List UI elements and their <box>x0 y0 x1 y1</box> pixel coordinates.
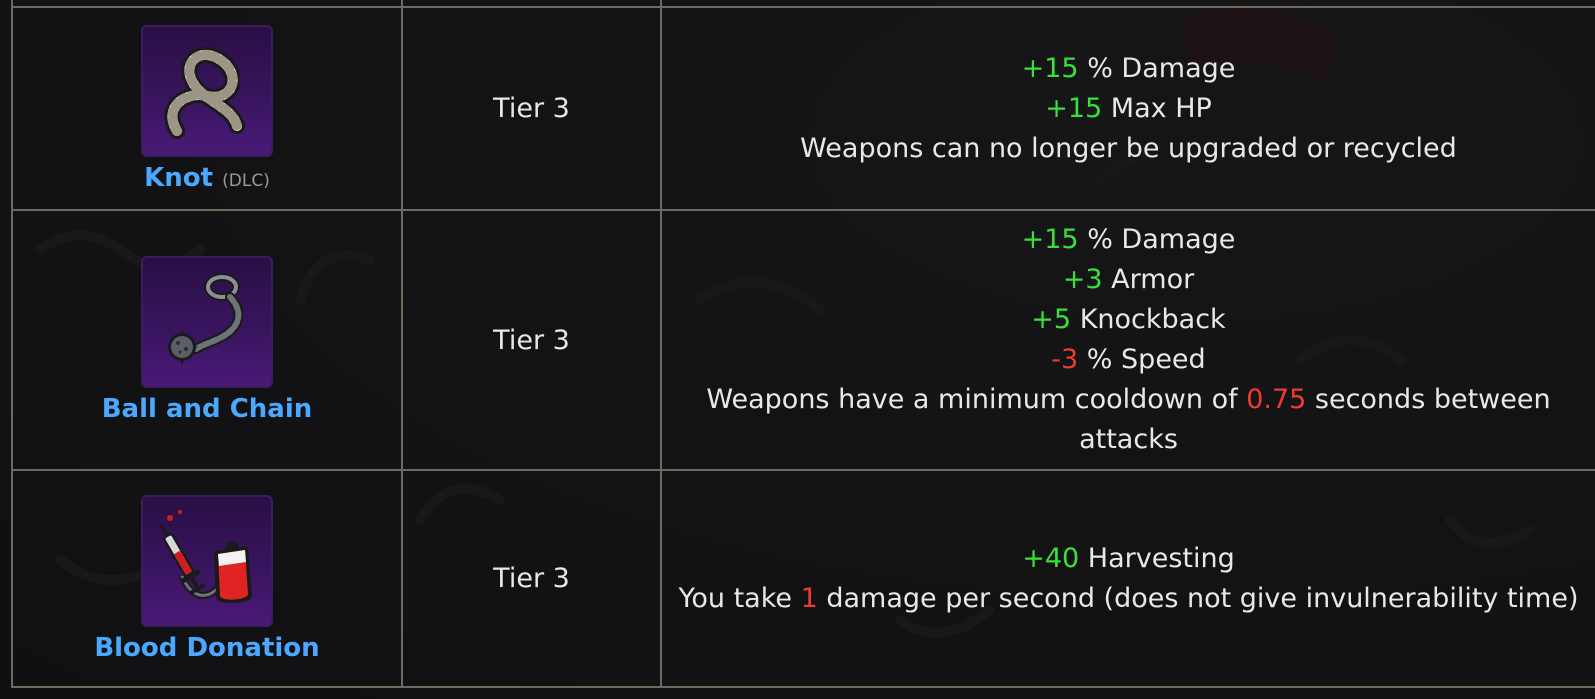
page: Knot (DLC) Tier 3 +15 % Damage +15 Max H… <box>0 0 1595 699</box>
table-top-row <box>11 0 1595 8</box>
item-cell: Blood Donation <box>11 469 403 688</box>
tier-cell: Tier 3 <box>401 209 662 471</box>
effect-line: You take 1 damage per second (does not g… <box>678 582 1579 614</box>
item-name[interactable]: Blood Donation <box>94 633 319 663</box>
ball-and-chain-icon[interactable] <box>141 256 273 388</box>
effect-line: -3 % Speed <box>1051 344 1206 375</box>
effects-cell: +40 Harvesting You take 1 damage per sec… <box>660 469 1595 688</box>
item-name[interactable]: Ball and Chain <box>102 394 313 424</box>
effect-line: +40 Harvesting <box>1022 542 1235 574</box>
item-cell: Ball and Chain <box>11 209 403 471</box>
table-row: Knot (DLC) Tier 3 +15 % Damage +15 Max H… <box>11 6 1595 211</box>
items-table: Knot (DLC) Tier 3 +15 % Damage +15 Max H… <box>11 0 1595 688</box>
effect-line: Weapons can no longer be upgraded or rec… <box>800 132 1457 164</box>
effect-line: +15 % Damage <box>1021 52 1236 84</box>
effect-line: +3 Armor <box>1062 264 1195 295</box>
knot-rope-icon[interactable] <box>141 24 273 157</box>
item-cell: Knot (DLC) <box>11 6 403 211</box>
effect-line: +15 Max HP <box>1045 92 1212 124</box>
tier-cell: Tier 3 <box>401 469 662 688</box>
effect-line: +15 % Damage <box>1021 224 1236 255</box>
effects-cell: +15 % Damage +3 Armor +5 Knockback -3 % … <box>660 209 1595 471</box>
item-name[interactable]: Knot (DLC) <box>144 163 270 193</box>
effect-line: Weapons have a minimum cooldown of 0.75 … <box>706 384 1551 455</box>
tier-cell: Tier 3 <box>401 6 662 211</box>
dlc-tag: (DLC) <box>222 170 270 191</box>
effect-line: +5 Knockback <box>1031 304 1226 335</box>
effects-cell: +15 % Damage +15 Max HP Weapons can no l… <box>660 6 1595 211</box>
table-row: Ball and Chain Tier 3 +15 % Damage +3 Ar… <box>11 209 1595 471</box>
table-row: Blood Donation Tier 3 +40 Harvesting You… <box>11 469 1595 688</box>
blood-donation-icon[interactable] <box>141 494 273 627</box>
